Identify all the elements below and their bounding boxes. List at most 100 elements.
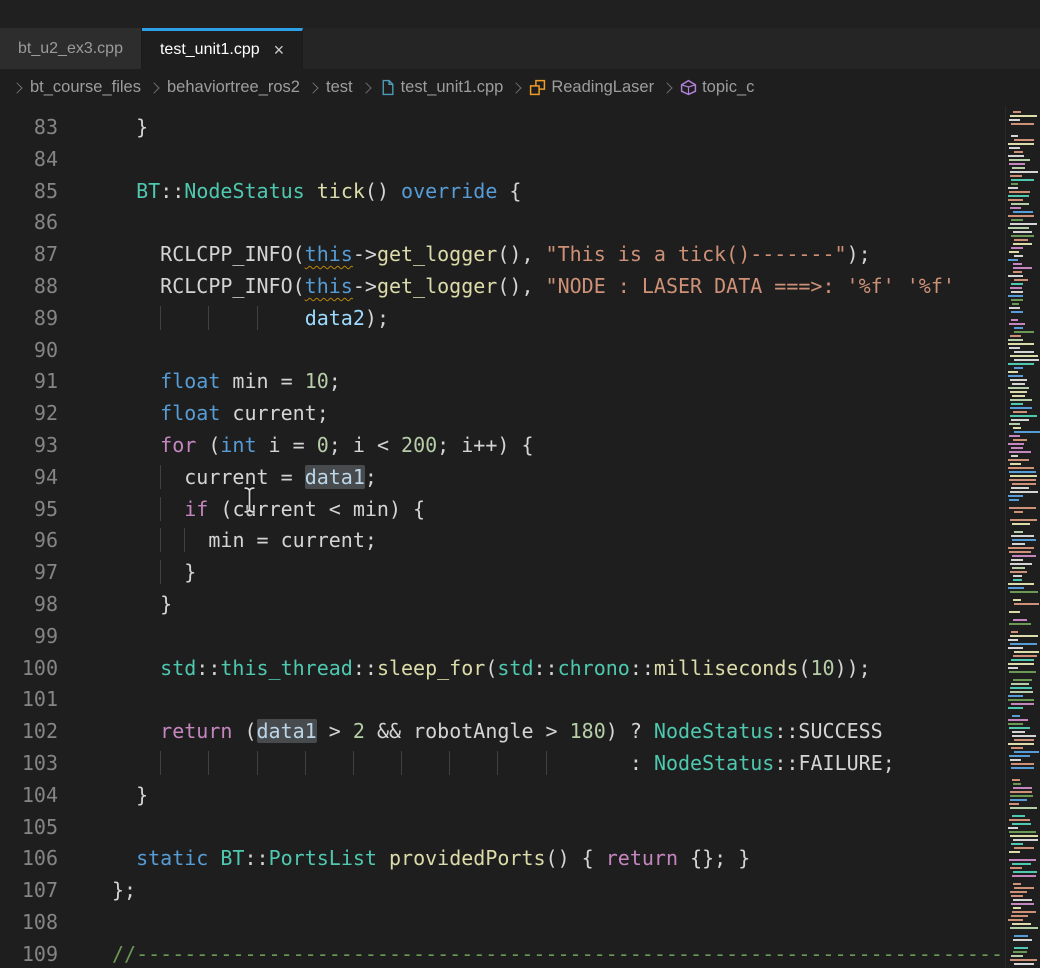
code-line[interactable]: 109 //-----------------------------------… <box>0 939 1005 968</box>
tab-bt_u2_ex3-cpp[interactable]: bt_u2_ex3.cpp <box>0 28 142 69</box>
code-line[interactable]: 106 static BT::PortsList providedPorts()… <box>0 843 1005 875</box>
line-number: 100 <box>0 653 58 685</box>
line-content: }; <box>112 875 136 907</box>
breadcrumb-item-ReadingLaser[interactable]: ReadingLaser <box>529 78 654 97</box>
line-content: static BT::PortsList providedPorts() { r… <box>112 843 750 875</box>
line-content: } <box>112 589 172 621</box>
code-line[interactable]: 94 current = data1; <box>0 462 1005 494</box>
line-content: //--------------------------------------… <box>112 939 1003 968</box>
code-line[interactable]: 88 RCLCPP_INFO(this->get_logger(), "NODE… <box>0 271 1005 303</box>
chevron-right-icon <box>661 82 672 93</box>
line-number: 97 <box>0 557 58 589</box>
code-line[interactable]: 91 float min = 10; <box>0 366 1005 398</box>
code-line[interactable]: 105 <box>0 812 1005 844</box>
line-content: } <box>112 780 148 812</box>
close-icon[interactable]: × <box>274 41 285 59</box>
code-line[interactable]: 93 for (int i = 0; i < 200; i++) { <box>0 430 1005 462</box>
code-area[interactable]: 83 }8485 BT::NodeStatus tick() override … <box>0 106 1005 968</box>
code-line[interactable]: 100 std::this_thread::sleep_for(std::chr… <box>0 653 1005 685</box>
line-number: 83 <box>0 112 58 144</box>
title-bar <box>0 0 1040 28</box>
code-line[interactable]: 108 <box>0 907 1005 939</box>
code-line[interactable]: 98 } <box>0 589 1005 621</box>
line-content: } <box>112 112 148 144</box>
minimap[interactable] <box>1005 106 1040 968</box>
line-content: for (int i = 0; i < 200; i++) { <box>112 430 533 462</box>
line-number: 107 <box>0 875 58 907</box>
line-number: 89 <box>0 303 58 335</box>
line-content: RCLCPP_INFO(this->get_logger(), "NODE : … <box>112 271 955 303</box>
line-number: 103 <box>0 748 58 780</box>
line-content: } <box>112 557 196 589</box>
line-content: RCLCPP_INFO(this->get_logger(), "This is… <box>112 239 871 271</box>
code-line[interactable]: 103 : NodeStatus::FAILURE; <box>0 748 1005 780</box>
code-line[interactable]: 102 return (data1 > 2 && robotAngle > 18… <box>0 716 1005 748</box>
line-number: 105 <box>0 812 58 844</box>
breadcrumb-item-topic_c[interactable]: topic_c <box>680 78 754 97</box>
line-content: if (current < min) { <box>112 494 425 526</box>
code-line[interactable]: 84 <box>0 144 1005 176</box>
code-line[interactable]: 107}; <box>0 875 1005 907</box>
line-number: 102 <box>0 716 58 748</box>
line-number: 88 <box>0 271 58 303</box>
line-content: data2); <box>112 303 389 335</box>
line-number: 108 <box>0 907 58 939</box>
breadcrumb-item-bt_course_files[interactable]: bt_course_files <box>30 78 141 97</box>
line-number: 87 <box>0 239 58 271</box>
method-icon <box>680 79 697 96</box>
line-content: BT::NodeStatus tick() override { <box>112 176 521 208</box>
line-number: 98 <box>0 589 58 621</box>
cpp-file-icon <box>379 79 396 96</box>
line-number: 86 <box>0 207 58 239</box>
line-number: 101 <box>0 684 58 716</box>
line-number: 84 <box>0 144 58 176</box>
line-number: 91 <box>0 366 58 398</box>
line-number: 96 <box>0 525 58 557</box>
code-line[interactable]: 97 } <box>0 557 1005 589</box>
breadcrumb: bt_course_files behaviortree_ros2 test test… <box>0 69 1040 106</box>
line-content: min = current; <box>112 525 377 557</box>
chevron-right-icon <box>360 82 371 93</box>
line-number: 104 <box>0 780 58 812</box>
chevron-right-icon <box>307 82 318 93</box>
line-number: 99 <box>0 621 58 653</box>
code-line[interactable]: 87 RCLCPP_INFO(this->get_logger(), "This… <box>0 239 1005 271</box>
code-line[interactable]: 96 min = current; <box>0 525 1005 557</box>
line-content: return (data1 > 2 && robotAngle > 180) ?… <box>112 716 883 748</box>
tab-test_unit1-cpp[interactable]: test_unit1.cpp × <box>142 28 303 69</box>
line-content: float current; <box>112 398 329 430</box>
editor-pane: 83 }8485 BT::NodeStatus tick() override … <box>0 106 1040 968</box>
code-line[interactable]: 101 <box>0 684 1005 716</box>
code-line[interactable]: 89 data2); <box>0 303 1005 335</box>
code-line[interactable]: 86 <box>0 207 1005 239</box>
chevron-right-icon <box>148 82 159 93</box>
code-line[interactable]: 95 if (current < min) { <box>0 494 1005 526</box>
line-content: float min = 10; <box>112 366 341 398</box>
breadcrumb-item-behaviortree_ros2[interactable]: behaviortree_ros2 <box>167 78 300 97</box>
code-line[interactable]: 104 } <box>0 780 1005 812</box>
code-line[interactable]: 90 <box>0 335 1005 367</box>
code-line[interactable]: 92 float current; <box>0 398 1005 430</box>
breadcrumb-item-test[interactable]: test <box>326 78 353 97</box>
tab-label: bt_u2_ex3.cpp <box>18 40 123 58</box>
line-content: std::this_thread::sleep_for(std::chrono:… <box>112 653 871 685</box>
line-content: : NodeStatus::FAILURE; <box>112 748 895 780</box>
chevron-right-icon <box>11 82 22 93</box>
code-line[interactable]: 85 BT::NodeStatus tick() override { <box>0 176 1005 208</box>
line-number: 90 <box>0 335 58 367</box>
chevron-right-icon <box>511 82 522 93</box>
breadcrumb-item-test_unit1.cpp[interactable]: test_unit1.cpp <box>379 78 504 97</box>
code-line[interactable]: 99 <box>0 621 1005 653</box>
line-number: 95 <box>0 494 58 526</box>
line-number: 94 <box>0 462 58 494</box>
line-number: 106 <box>0 843 58 875</box>
line-number: 109 <box>0 939 58 968</box>
tab-label: test_unit1.cpp <box>160 41 260 59</box>
line-number: 92 <box>0 398 58 430</box>
tab-bar: bt_u2_ex3.cpp test_unit1.cpp × <box>0 28 1040 69</box>
code-line[interactable]: 83 } <box>0 112 1005 144</box>
class-icon <box>529 79 546 96</box>
line-number: 85 <box>0 176 58 208</box>
mouse-cursor-ibeam <box>243 486 256 514</box>
line-number: 93 <box>0 430 58 462</box>
